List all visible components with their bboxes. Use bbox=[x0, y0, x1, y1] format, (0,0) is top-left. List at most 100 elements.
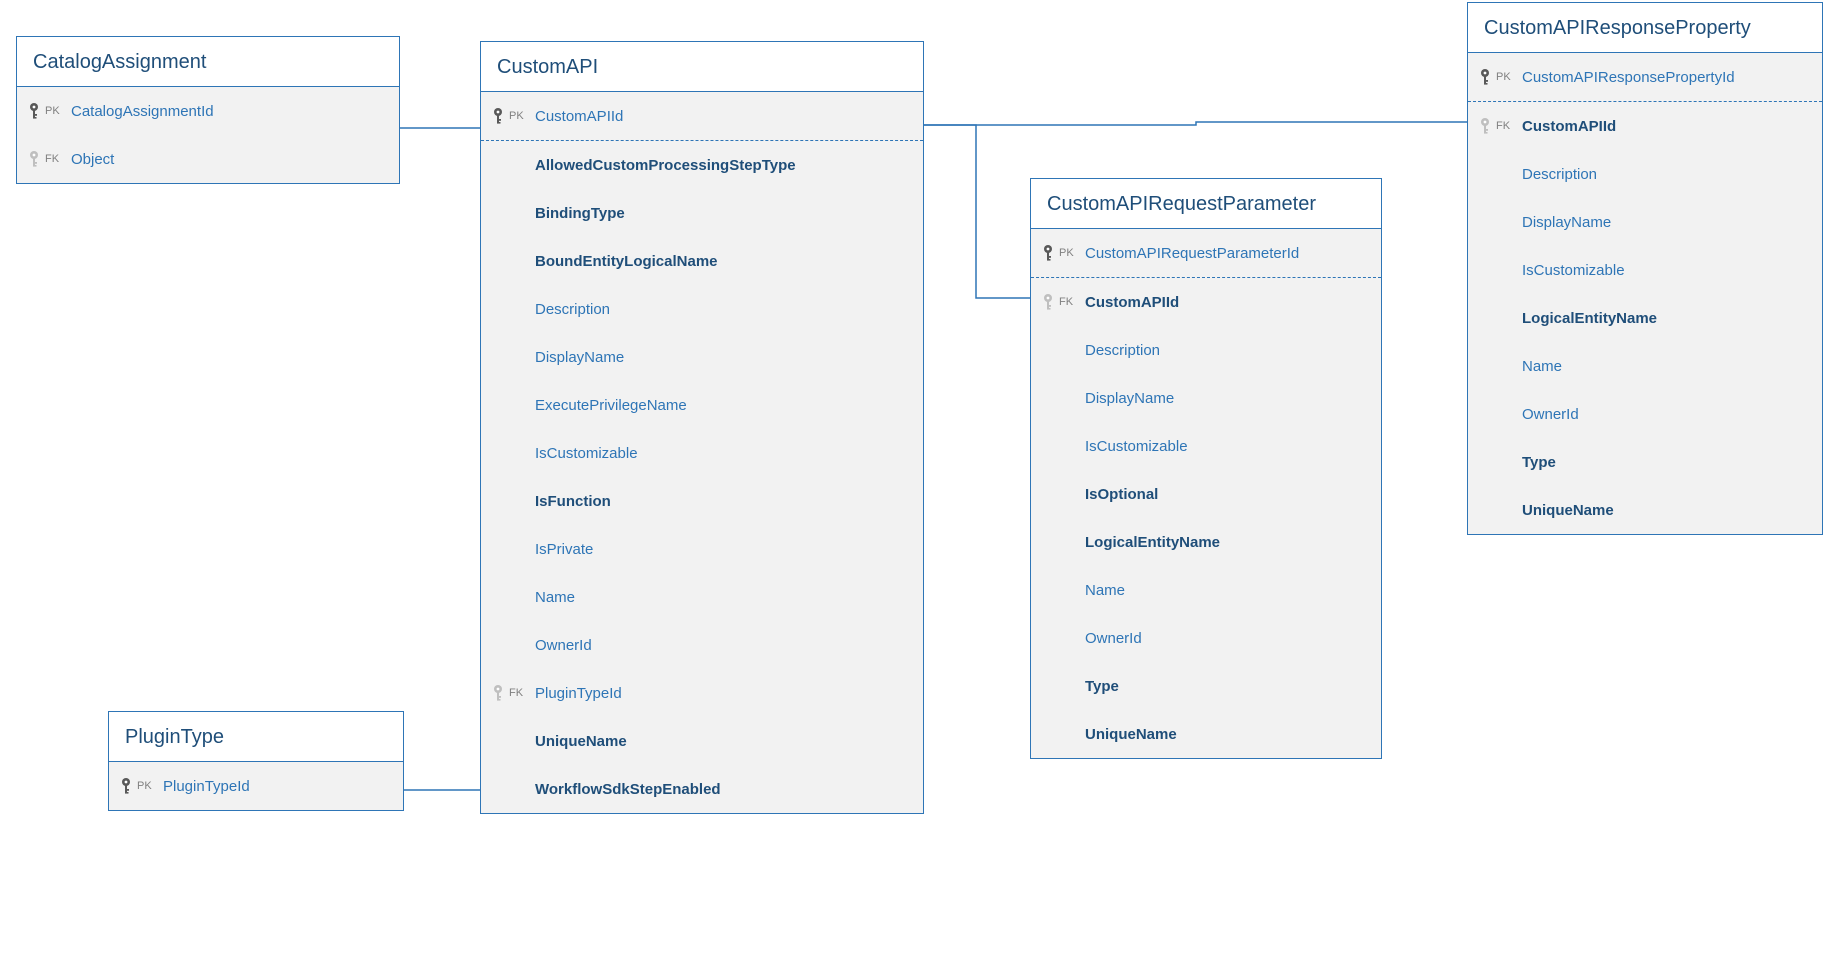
field-name: CatalogAssignmentId bbox=[71, 103, 214, 120]
field-name: PluginTypeId bbox=[163, 778, 250, 795]
entity-row: WorkflowSdkStepEnabled bbox=[481, 765, 923, 813]
key-icon bbox=[27, 102, 41, 120]
entity-row: Description bbox=[1468, 150, 1822, 198]
entity-row: ExecutePrivilegeName bbox=[481, 381, 923, 429]
entity-row: FK Object bbox=[17, 135, 399, 183]
field-name: DisplayName bbox=[535, 349, 624, 366]
key-column: FK bbox=[491, 684, 535, 702]
entity-body: PK CustomAPIRequestParameterId FK CustomAPI… bbox=[1031, 229, 1381, 758]
connector-plugintype-to-customapi bbox=[402, 788, 482, 792]
key-column: PK bbox=[27, 102, 71, 120]
entity-row: OwnerId bbox=[481, 621, 923, 669]
entity-row: UniqueName bbox=[481, 717, 923, 765]
field-name: Name bbox=[1085, 582, 1125, 599]
field-name: Name bbox=[535, 589, 575, 606]
field-name: ExecutePrivilegeName bbox=[535, 397, 687, 414]
entity-title: CustomAPI bbox=[481, 42, 923, 92]
field-name: BindingType bbox=[535, 205, 625, 222]
key-type-label: FK bbox=[1496, 120, 1510, 132]
entity-row: IsOptional bbox=[1031, 470, 1381, 518]
field-name: WorkflowSdkStepEnabled bbox=[535, 781, 721, 798]
entity-row: BindingType bbox=[481, 189, 923, 237]
key-icon bbox=[491, 684, 505, 702]
key-icon bbox=[1478, 68, 1492, 86]
entity-row: FK CustomAPIId bbox=[1031, 278, 1381, 326]
field-name: Name bbox=[1522, 358, 1562, 375]
connector-customapi-to-requestparam bbox=[922, 123, 1032, 300]
entity-row: DisplayName bbox=[481, 333, 923, 381]
key-type-label: PK bbox=[45, 105, 60, 117]
key-column: PK bbox=[119, 777, 163, 795]
entity-body: PK PluginTypeId bbox=[109, 762, 403, 810]
entity-row: Name bbox=[1031, 566, 1381, 614]
entity-row: PK CatalogAssignmentId bbox=[17, 87, 399, 135]
field-name: CustomAPIRequestParameterId bbox=[1085, 245, 1299, 262]
entity-body: PKCustomAPIId AllowedCustomProcessingStep… bbox=[481, 92, 923, 813]
field-name: DisplayName bbox=[1085, 390, 1174, 407]
erd-canvas: CatalogAssignment PK CatalogAssignmentId FK… bbox=[0, 0, 1832, 978]
entity-customApi: CustomAPIPKCustomAPIId AllowedCustomProce… bbox=[480, 41, 924, 814]
connector-catalog-to-customapi bbox=[398, 126, 482, 130]
entity-row: PK CustomAPIRequestParameterId bbox=[1031, 229, 1381, 278]
key-type-label: PK bbox=[137, 780, 152, 792]
field-name: DisplayName bbox=[1522, 214, 1611, 231]
key-type-label: PK bbox=[1059, 247, 1074, 259]
field-name: IsOptional bbox=[1085, 486, 1158, 503]
key-icon bbox=[119, 777, 133, 795]
entity-title: CustomAPIResponseProperty bbox=[1468, 3, 1822, 53]
key-column: PK bbox=[1041, 244, 1085, 262]
field-name: Object bbox=[71, 151, 114, 168]
entity-body: PK CustomAPIResponsePropertyId FK CustomAPI… bbox=[1468, 53, 1822, 534]
entity-row: IsCustomizable bbox=[1468, 246, 1822, 294]
key-column: PK bbox=[491, 107, 535, 125]
entity-body: PK CatalogAssignmentId FK Object bbox=[17, 87, 399, 183]
field-name: IsCustomizable bbox=[535, 445, 638, 462]
field-name: CustomAPIId bbox=[1085, 294, 1179, 311]
entity-row: LogicalEntityName bbox=[1031, 518, 1381, 566]
field-name: IsPrivate bbox=[535, 541, 593, 558]
field-name: OwnerId bbox=[1085, 630, 1142, 647]
entity-row: DisplayName bbox=[1031, 374, 1381, 422]
entity-requestParam: CustomAPIRequestParameter PK CustomAPIRequ… bbox=[1030, 178, 1382, 759]
field-name: AllowedCustomProcessingStepType bbox=[535, 157, 796, 174]
field-name: UniqueName bbox=[1085, 726, 1177, 743]
entity-row: IsCustomizable bbox=[481, 429, 923, 477]
key-type-label: FK bbox=[45, 153, 59, 165]
entity-row: AllowedCustomProcessingStepType bbox=[481, 141, 923, 189]
key-column: FK bbox=[1041, 293, 1085, 311]
field-name: LogicalEntityName bbox=[1522, 310, 1657, 327]
key-icon bbox=[1041, 244, 1055, 262]
entity-row: UniqueName bbox=[1031, 710, 1381, 758]
entity-row: FKPluginTypeId bbox=[481, 669, 923, 717]
entity-title: CustomAPIRequestParameter bbox=[1031, 179, 1381, 229]
key-icon bbox=[1478, 117, 1492, 135]
key-type-label: FK bbox=[1059, 296, 1073, 308]
key-type-label: PK bbox=[1496, 71, 1511, 83]
field-name: CustomAPIResponsePropertyId bbox=[1522, 69, 1735, 86]
field-name: UniqueName bbox=[535, 733, 627, 750]
entity-row: Description bbox=[1031, 326, 1381, 374]
entity-row: PK CustomAPIResponsePropertyId bbox=[1468, 53, 1822, 102]
entity-row: Name bbox=[1468, 342, 1822, 390]
entity-title: CatalogAssignment bbox=[17, 37, 399, 87]
entity-row: OwnerId bbox=[1468, 390, 1822, 438]
entity-row: IsFunction bbox=[481, 477, 923, 525]
field-name: CustomAPIId bbox=[1522, 118, 1616, 135]
field-name: BoundEntityLogicalName bbox=[535, 253, 718, 270]
field-name: PluginTypeId bbox=[535, 685, 622, 702]
field-name: Type bbox=[1085, 678, 1119, 695]
entity-row: PKCustomAPIId bbox=[481, 92, 923, 141]
key-column: FK bbox=[27, 150, 71, 168]
connector-customapi-to-responseprop bbox=[922, 120, 1469, 127]
entity-row: IsPrivate bbox=[481, 525, 923, 573]
field-name: OwnerId bbox=[535, 637, 592, 654]
field-name: Description bbox=[1085, 342, 1160, 359]
field-name: IsCustomizable bbox=[1085, 438, 1188, 455]
key-type-label: PK bbox=[509, 110, 524, 122]
field-name: Type bbox=[1522, 454, 1556, 471]
key-icon bbox=[491, 107, 505, 125]
entity-row: IsCustomizable bbox=[1031, 422, 1381, 470]
entity-row: OwnerId bbox=[1031, 614, 1381, 662]
entity-catalogAssignment: CatalogAssignment PK CatalogAssignmentId FK… bbox=[16, 36, 400, 184]
entity-pluginType: PluginTypePKPluginTypeId bbox=[108, 711, 404, 811]
